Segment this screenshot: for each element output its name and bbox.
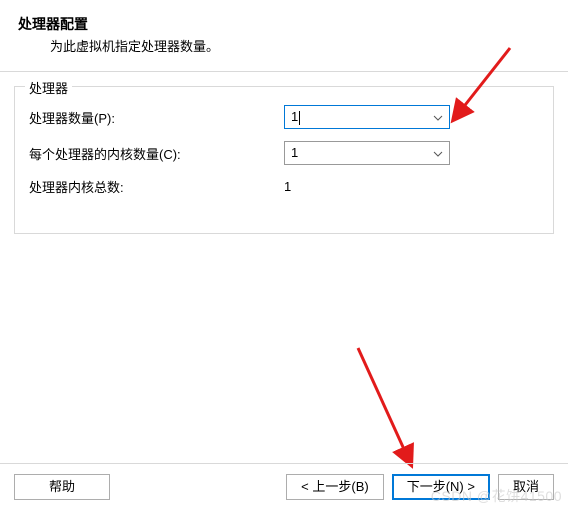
page-subtitle: 为此虚拟机指定处理器数量。 — [50, 36, 550, 55]
chevron-down-icon — [433, 142, 443, 164]
label-cores-per-processor: 每个处理器的内核数量(C): — [29, 144, 284, 163]
help-button[interactable]: 帮助 — [14, 474, 110, 500]
next-button[interactable]: 下一步(N) > — [392, 474, 490, 500]
annotation-arrow-bottom — [348, 340, 438, 470]
back-button[interactable]: < 上一步(B) — [286, 474, 384, 500]
value-total-cores: 1 — [284, 179, 291, 194]
select-cores-per-processor[interactable]: 1 — [284, 141, 450, 165]
chevron-down-icon — [433, 106, 443, 128]
footer-bar: 帮助 < 上一步(B) 下一步(N) > 取消 — [0, 463, 568, 512]
select-processor-count-value: 1 — [291, 109, 298, 124]
header-divider — [0, 71, 568, 72]
cancel-button[interactable]: 取消 — [498, 474, 554, 500]
select-processor-count[interactable]: 1 — [284, 105, 450, 129]
label-processor-count: 处理器数量(P): — [29, 108, 284, 127]
select-cores-value: 1 — [291, 145, 298, 160]
processors-group: 处理器 处理器数量(P): 1 每个处理器的内核数量(C): 1 处理器内核总数… — [14, 86, 554, 234]
label-total-cores: 处理器内核总数: — [29, 177, 284, 196]
text-cursor — [299, 111, 300, 125]
page-title: 处理器配置 — [18, 14, 550, 34]
group-legend: 处理器 — [25, 78, 72, 97]
